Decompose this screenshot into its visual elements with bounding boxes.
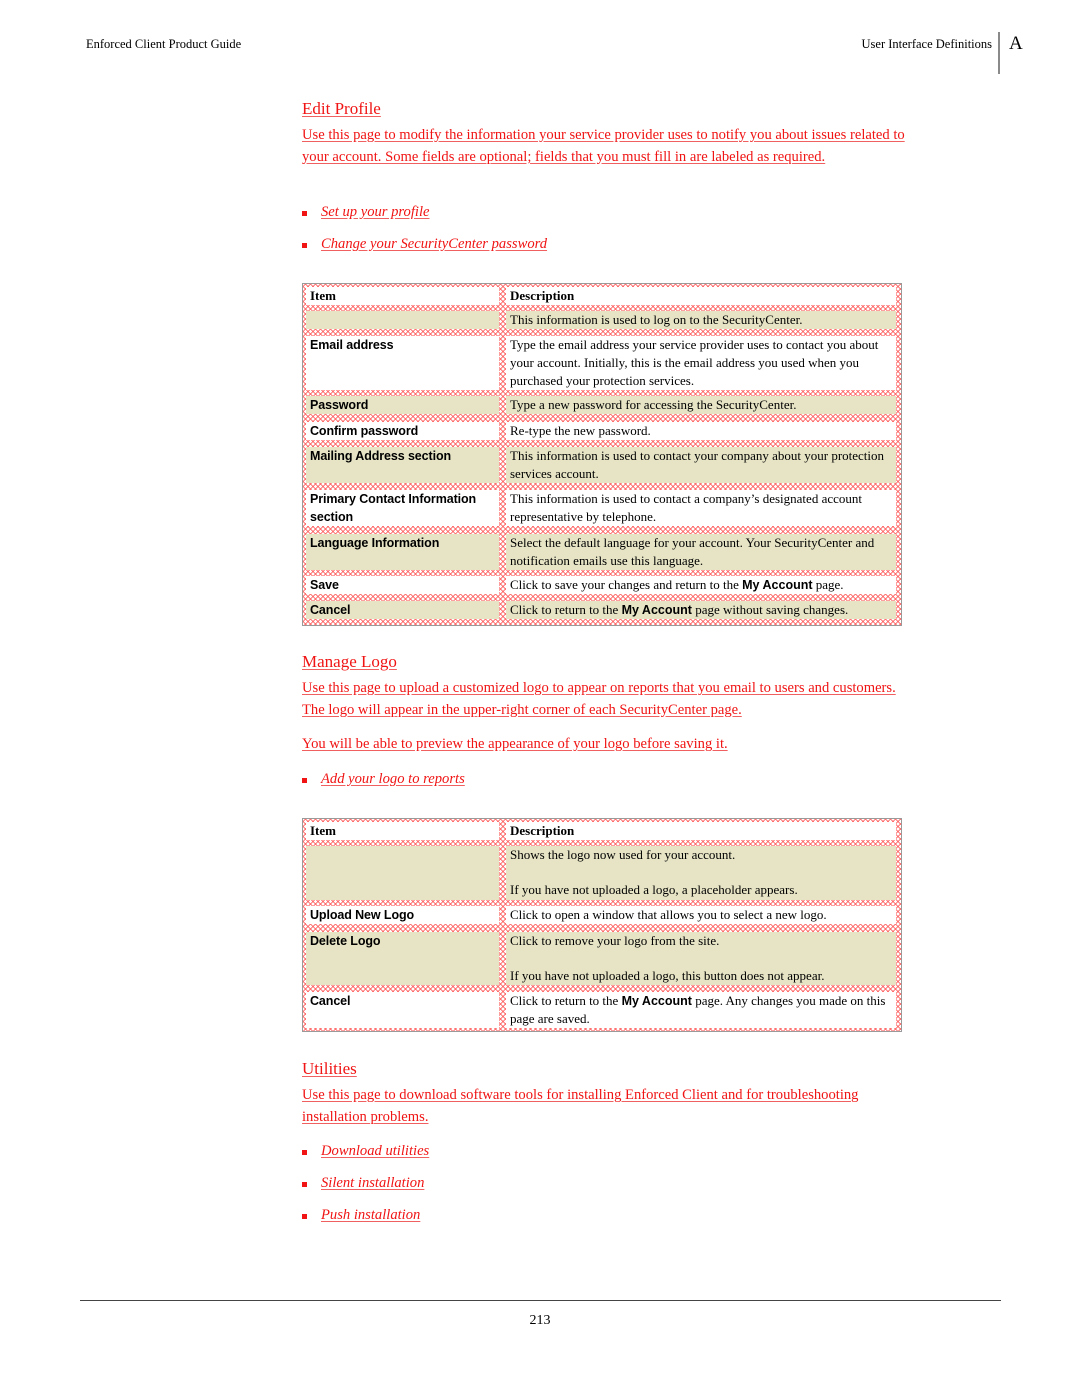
utilities-intro[interactable]: Use this page to download software tools… (302, 1085, 907, 1128)
item-cell (306, 846, 499, 900)
description-cell: Click to return to the My Account page w… (506, 601, 896, 619)
header-divider (998, 32, 1000, 74)
bullet-icon (302, 778, 307, 783)
page-number: 213 (529, 1313, 551, 1328)
table-row: Shows the logo now used for your account… (303, 846, 901, 900)
desc-text: page without saving changes. (691, 602, 849, 617)
manage-logo-preview-note[interactable]: You will be able to preview the appearan… (302, 734, 907, 756)
column-header-item: Item (306, 822, 499, 840)
desc-text: Click to save your changes and return to… (510, 577, 743, 592)
description-cell: Type a new password for accessing the Se… (506, 396, 896, 414)
desc-text: Click to return to the (510, 602, 622, 617)
item-cell: Save (306, 576, 499, 594)
item-cell (306, 311, 499, 329)
link-set-up-profile[interactable]: Set up your profile (302, 204, 430, 221)
table-row: Cancel Click to return to the My Account… (303, 992, 901, 1028)
table-row: Language Information Select the default … (303, 534, 901, 570)
table-row: This information is used to log on to th… (303, 311, 901, 329)
ui-term-my-account: My Account (621, 994, 692, 1008)
bullet-icon (302, 1214, 307, 1219)
desc-line: If you have not uploaded a logo, a place… (510, 882, 798, 897)
table-header-row: Item Description (303, 287, 901, 305)
bullet-icon (302, 1150, 307, 1155)
description-cell: Click to return to the My Account page. … (506, 992, 896, 1028)
item-cell: Delete Logo (306, 932, 499, 985)
running-header-chapter: User Interface Definitions (861, 37, 993, 51)
desc-line: If you have not uploaded a logo, this bu… (510, 968, 825, 983)
description-cell: Click to save your changes and return to… (506, 576, 896, 594)
link-silent-installation[interactable]: Silent installation (302, 1175, 424, 1192)
description-cell: Select the default language for your acc… (506, 534, 896, 570)
link-download-utilities[interactable]: Download utilities (302, 1143, 429, 1160)
item-cell: Primary Contact Information section (306, 490, 499, 526)
link-label[interactable]: Add your logo to reports (321, 771, 465, 788)
item-cell: Language Information (306, 534, 499, 570)
description-cell: This information is used to contact a co… (506, 490, 896, 526)
column-header-description: Description (506, 287, 896, 305)
appendix-letter: A (1009, 33, 1023, 54)
desc-line: Shows the logo now used for your account… (510, 847, 736, 862)
manage-logo-intro[interactable]: Use this page to upload a customized log… (302, 678, 907, 721)
link-label[interactable]: Change your SecurityCenter password (321, 236, 547, 253)
table-header-row: Item Description (303, 822, 901, 840)
link-push-installation[interactable]: Push installation (302, 1207, 420, 1224)
section-title-manage-logo[interactable]: Manage Logo (302, 652, 397, 672)
bullet-icon (302, 211, 307, 216)
item-cell: Cancel (306, 601, 499, 619)
item-cell: Email address (306, 336, 499, 390)
link-label[interactable]: Set up your profile (321, 204, 430, 221)
description-cell: Re-type the new password. (506, 422, 896, 440)
desc-text: Click to return to the (510, 993, 622, 1008)
table-row: Save Click to save your changes and retu… (303, 576, 901, 594)
table-row: Cancel Click to return to the My Account… (303, 601, 901, 619)
table-row: Upload New Logo Click to open a window t… (303, 906, 901, 924)
section-title-edit-profile[interactable]: Edit Profile (302, 99, 381, 119)
item-cell: Cancel (306, 992, 499, 1028)
table-row: Password Type a new password for accessi… (303, 396, 901, 414)
desc-text: page. (812, 577, 844, 592)
link-label[interactable]: Push installation (321, 1207, 420, 1224)
item-cell: Password (306, 396, 499, 414)
link-change-password[interactable]: Change your SecurityCenter password (302, 236, 547, 253)
edit-profile-intro[interactable]: Use this page to modify the information … (302, 125, 907, 168)
description-cell: Click to remove your logo from the site.… (506, 932, 896, 985)
link-add-logo[interactable]: Add your logo to reports (302, 771, 465, 788)
item-cell: Mailing Address section (306, 447, 499, 483)
bullet-icon (302, 243, 307, 248)
link-label[interactable]: Download utilities (321, 1143, 429, 1160)
item-cell: Upload New Logo (306, 906, 499, 924)
description-cell: This information is used to log on to th… (506, 311, 896, 329)
description-cell: Click to open a window that allows you t… (506, 906, 896, 924)
table-row: Email address Type the email address you… (303, 336, 901, 390)
ui-term-my-account: My Account (742, 578, 813, 592)
description-cell: This information is used to contact your… (506, 447, 896, 483)
column-header-description: Description (506, 822, 896, 840)
running-header-guide-title: Enforced Client Product Guide (86, 37, 242, 51)
desc-line: Click to remove your logo from the site. (510, 933, 720, 948)
section-title-utilities[interactable]: Utilities (302, 1059, 357, 1079)
link-label[interactable]: Silent installation (321, 1175, 424, 1192)
ui-term-my-account: My Account (621, 603, 692, 617)
description-cell: Type the email address your service prov… (506, 336, 896, 390)
manage-logo-table: Item Description Shows the logo now used… (302, 818, 902, 1032)
table-row: Confirm password Re-type the new passwor… (303, 422, 901, 440)
table-row: Primary Contact Information section This… (303, 490, 901, 526)
table-row: Mailing Address section This information… (303, 447, 901, 483)
edit-profile-table: Item Description This information is use… (302, 283, 902, 626)
table-row: Delete Logo Click to remove your logo fr… (303, 932, 901, 985)
bullet-icon (302, 1182, 307, 1187)
description-cell: Shows the logo now used for your account… (506, 846, 896, 900)
footer-divider (80, 1300, 1001, 1301)
column-header-item: Item (306, 287, 499, 305)
item-cell: Confirm password (306, 422, 499, 440)
